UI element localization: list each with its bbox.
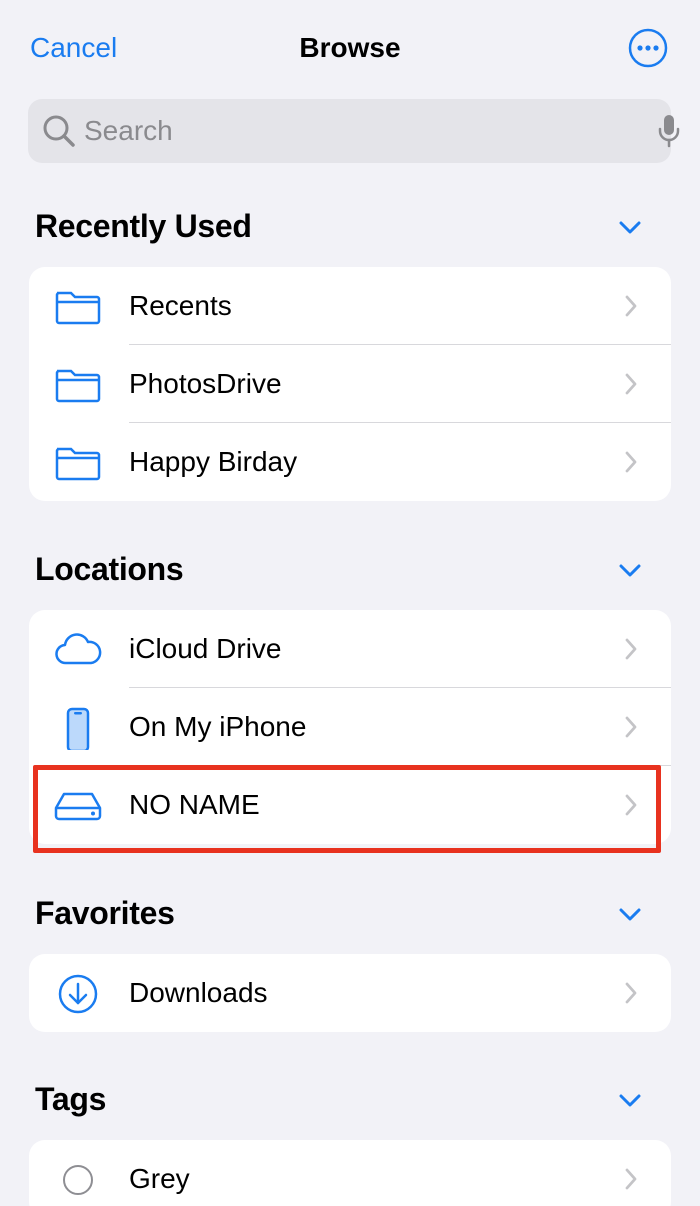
list-item-recents[interactable]: Recents <box>29 267 671 345</box>
folder-icon <box>55 447 101 481</box>
search-icon <box>43 115 75 147</box>
section-title: Favorites <box>35 895 175 931</box>
chevron-right-icon <box>625 794 637 816</box>
section-header-tags: Tags <box>35 1079 675 1119</box>
section-title: Locations <box>35 551 184 587</box>
external-drive-icon <box>54 792 102 821</box>
cloud-icon <box>55 633 102 665</box>
iphone-icon <box>66 707 90 750</box>
chevron-right-icon <box>625 982 637 1004</box>
list-item-downloads[interactable]: Downloads <box>29 954 671 1032</box>
folder-icon <box>55 291 101 325</box>
chevron-right-icon <box>625 716 637 738</box>
chevron-down-icon[interactable] <box>617 903 643 925</box>
list-item-photosdrive[interactable]: PhotosDrive <box>29 345 671 423</box>
list-item-label: PhotosDrive <box>129 368 282 399</box>
recently-used-list: Recents PhotosDrive Happy Birday <box>29 267 671 501</box>
list-item-label: Grey <box>129 1163 190 1194</box>
section-header-locations: Locations <box>35 549 675 589</box>
page-title: Browse <box>299 32 401 63</box>
chevron-down-icon[interactable] <box>617 559 643 581</box>
list-item-grey[interactable]: Grey <box>29 1140 671 1206</box>
list-item-label: NO NAME <box>129 789 260 820</box>
grey-tag-icon <box>63 1165 93 1195</box>
list-item-label: iCloud Drive <box>129 633 282 664</box>
search-input[interactable] <box>84 99 624 163</box>
favorites-list: Downloads <box>29 954 671 1032</box>
list-item-no-name[interactable]: NO NAME <box>29 766 671 844</box>
download-circle-icon <box>58 974 98 1014</box>
navigation-bar: Cancel Browse <box>0 0 700 96</box>
list-item-label: On My iPhone <box>129 711 307 742</box>
list-item-on-my-iphone[interactable]: On My iPhone <box>29 688 671 766</box>
list-item-happy-birday[interactable]: Happy Birday <box>29 423 671 501</box>
chevron-right-icon <box>625 451 637 473</box>
search-bar <box>28 99 680 163</box>
tags-list: Grey <box>29 1140 671 1206</box>
section-title: Recently Used <box>35 208 252 244</box>
chevron-right-icon <box>625 373 637 395</box>
microphone-icon[interactable] <box>656 113 682 149</box>
list-item-label: Downloads <box>129 977 268 1008</box>
chevron-right-icon <box>625 638 637 660</box>
list-item-icloud-drive[interactable]: iCloud Drive <box>29 610 671 688</box>
section-header-favorites: Favorites <box>35 893 675 933</box>
section-header-recently-used: Recently Used <box>35 206 675 246</box>
list-item-label: Recents <box>129 290 232 321</box>
chevron-right-icon <box>625 1168 637 1190</box>
section-title: Tags <box>35 1081 107 1117</box>
ellipsis-circle-icon[interactable] <box>628 28 668 68</box>
list-item-label: Happy Birday <box>129 446 298 477</box>
chevron-down-icon[interactable] <box>617 1089 643 1111</box>
chevron-down-icon[interactable] <box>617 216 643 238</box>
folder-icon <box>55 369 101 403</box>
chevron-right-icon <box>625 295 637 317</box>
locations-list: iCloud Drive On My iPhone NO NAME <box>29 610 671 844</box>
